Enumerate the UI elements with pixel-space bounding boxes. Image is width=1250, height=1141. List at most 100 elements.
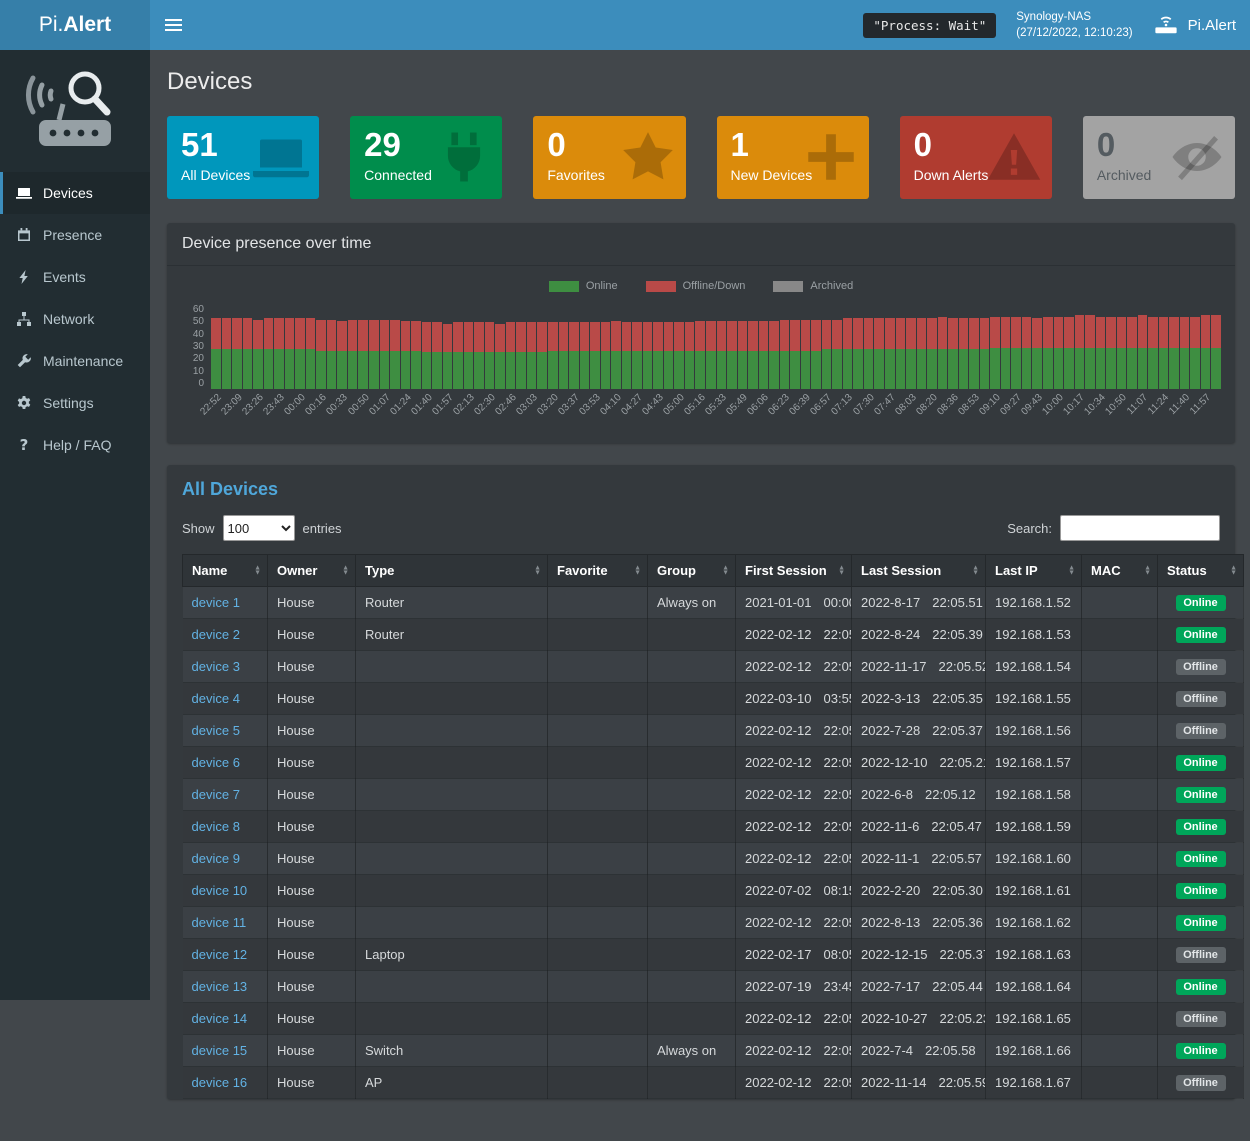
- chart-bar: [959, 318, 969, 389]
- device-link[interactable]: device 7: [192, 787, 240, 802]
- x-tick-label: 02:46: [493, 392, 518, 417]
- device-link[interactable]: device 1: [192, 595, 240, 610]
- device-link[interactable]: device 15: [192, 1043, 248, 1058]
- cell-owner: House: [268, 843, 356, 875]
- chart-bar: [464, 322, 474, 389]
- device-link[interactable]: device 4: [192, 691, 240, 706]
- legend-label: Offline/Down: [683, 280, 746, 292]
- chart-bar: [748, 321, 758, 389]
- sidebar-item-maintenance[interactable]: Maintenance: [0, 340, 150, 382]
- device-link[interactable]: device 3: [192, 659, 240, 674]
- device-link[interactable]: device 2: [192, 627, 240, 642]
- column-header-owner[interactable]: Owner▲▼: [268, 555, 356, 587]
- cell-first-session: 2022-02-1222:05: [736, 651, 852, 683]
- column-header-name[interactable]: Name▲▼: [183, 555, 268, 587]
- cell-last-ip: 192.168.1.67: [986, 1067, 1082, 1099]
- device-link[interactable]: device 6: [192, 755, 240, 770]
- summary-card-new-devices[interactable]: 1New Devices: [717, 116, 869, 199]
- cell-owner: House: [268, 683, 356, 715]
- chart-bar: [906, 318, 916, 389]
- table-row: device 10House2022-07-0208:152022-2-2022…: [183, 875, 1244, 907]
- cell-group: [648, 875, 736, 907]
- sidebar-item-presence[interactable]: Presence: [0, 214, 150, 256]
- x-tick-label: 07:13: [830, 392, 855, 417]
- chart-bar: [695, 321, 705, 389]
- cell-status: Online: [1158, 907, 1244, 939]
- chart-bar: [1011, 317, 1021, 389]
- device-link[interactable]: device 13: [192, 979, 248, 994]
- legend-item-online: Online: [549, 280, 618, 292]
- cell-type: [356, 651, 548, 683]
- device-link[interactable]: device 8: [192, 819, 240, 834]
- session-time: 22:05.39: [932, 627, 983, 642]
- chart-y-axis: 6050403020100: [181, 304, 211, 389]
- x-tick-label: 06:06: [746, 392, 771, 417]
- chart-bar: [1201, 315, 1211, 389]
- legend-item-offline-down: Offline/Down: [646, 280, 746, 292]
- x-tick-label: 03:20: [535, 392, 560, 417]
- sidebar-item-events[interactable]: Events: [0, 256, 150, 298]
- sidebar-item-settings[interactable]: Settings: [0, 382, 150, 424]
- chart-bar: [917, 318, 927, 389]
- summary-card-all-devices[interactable]: 51All Devices: [167, 116, 319, 199]
- brand-logo[interactable]: Pi.Alert: [0, 0, 150, 50]
- chart-bar: [474, 322, 484, 389]
- column-header-last-session[interactable]: Last Session ▲▼: [852, 555, 986, 587]
- device-link[interactable]: device 14: [192, 1011, 248, 1026]
- column-label: Last IP: [995, 563, 1038, 578]
- summary-card-favorites[interactable]: 0Favorites: [533, 116, 685, 199]
- device-link[interactable]: device 12: [192, 947, 248, 962]
- sidebar-item-help-faq[interactable]: ?Help / FAQ: [0, 424, 150, 466]
- sort-icon: ▲▼: [722, 565, 729, 576]
- session-date: 2022-12-15: [861, 947, 928, 962]
- column-label: Name: [192, 563, 227, 578]
- sort-icon: ▲▼: [972, 565, 979, 576]
- column-header-favorite[interactable]: Favorite▲▼: [548, 555, 648, 587]
- column-header-first-session[interactable]: First Session▲▼: [736, 555, 852, 587]
- chart-bar: [611, 321, 621, 389]
- entries-select[interactable]: 100: [223, 515, 295, 541]
- cell-first-session: 2022-02-1222:05: [736, 747, 852, 779]
- cell-last-ip: 192.168.1.64: [986, 971, 1082, 1003]
- sidebar-item-network[interactable]: Network: [0, 298, 150, 340]
- summary-card-connected[interactable]: 29Connected: [350, 116, 502, 199]
- warning-icon: [986, 129, 1042, 185]
- column-header-mac[interactable]: MAC▲▼: [1082, 555, 1158, 587]
- summary-card-down-alerts[interactable]: 0Down Alerts: [900, 116, 1052, 199]
- device-link[interactable]: device 16: [192, 1075, 248, 1090]
- cell-group: [648, 651, 736, 683]
- search-input[interactable]: [1060, 515, 1220, 541]
- chart-bar: [643, 322, 653, 389]
- summary-card-archived[interactable]: 0Archived: [1083, 116, 1235, 199]
- nas-timestamp: (27/12/2022, 12:10:23): [1016, 25, 1132, 41]
- table-controls: Show 100 entries Search:: [182, 515, 1220, 541]
- cell-name: device 16: [183, 1067, 268, 1099]
- main-content: Devices 51All Devices29Connected0Favorit…: [150, 50, 1250, 1141]
- x-tick-label: 04:43: [640, 392, 665, 417]
- cell-name: device 11: [183, 907, 268, 939]
- cell-type: AP: [356, 1067, 548, 1099]
- page-length-control: Show 100 entries: [182, 515, 342, 541]
- table-row: device 15HouseSwitchAlways on2022-02-122…: [183, 1035, 1244, 1067]
- sidebar-item-devices[interactable]: Devices: [0, 172, 150, 214]
- column-label: Last Session: [861, 563, 941, 578]
- cell-first-session: 2022-02-1222:05: [736, 811, 852, 843]
- device-link[interactable]: device 11: [192, 915, 247, 930]
- x-tick-label: 08:20: [914, 392, 939, 417]
- status-badge: Offline: [1176, 659, 1226, 675]
- device-link[interactable]: device 9: [192, 851, 240, 866]
- app-chip[interactable]: Pi.Alert: [1153, 15, 1236, 35]
- column-header-last-ip[interactable]: Last IP▲▼: [986, 555, 1082, 587]
- column-header-group[interactable]: Group▲▼: [648, 555, 736, 587]
- hamburger-menu-icon[interactable]: [150, 0, 196, 50]
- column-header-type[interactable]: Type▲▼: [356, 555, 548, 587]
- column-header-status[interactable]: Status▲▼: [1158, 555, 1244, 587]
- cell-mac: [1082, 811, 1158, 843]
- cell-favorite: [548, 1067, 648, 1099]
- cell-last-session: 2022-3-1322:05.35: [852, 683, 986, 715]
- cell-favorite: [548, 683, 648, 715]
- device-link[interactable]: device 10: [192, 883, 248, 898]
- cell-type: Switch: [356, 1035, 548, 1067]
- device-link[interactable]: device 5: [192, 723, 240, 738]
- cell-first-session: 2022-02-1222:05: [736, 715, 852, 747]
